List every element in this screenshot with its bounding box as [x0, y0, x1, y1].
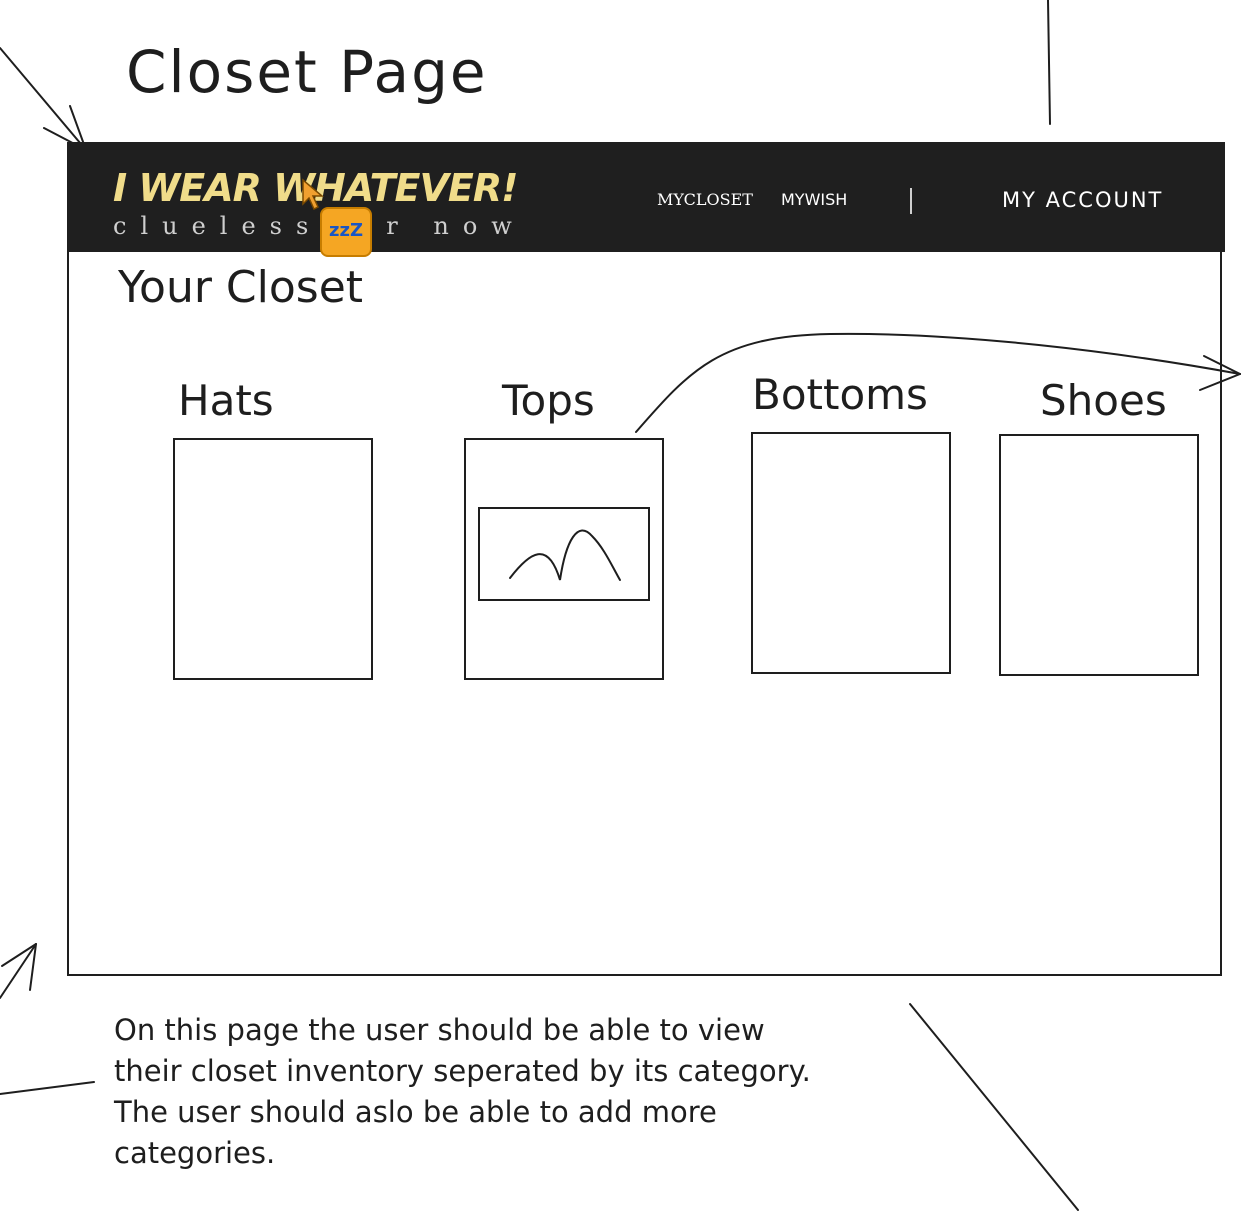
category-label-bottoms: Bottoms [752, 370, 928, 419]
page-title: Closet Page [126, 38, 488, 106]
category-label-shoes: Shoes [1040, 376, 1167, 425]
nav-link-mycloset[interactable]: MYCLOSET [657, 190, 753, 209]
category-card-shoes[interactable] [999, 434, 1199, 676]
annotation-note: On this page the user should be able to … [114, 1013, 811, 1170]
nav-link-my-account[interactable]: MY ACCOUNT [1002, 188, 1163, 212]
category-card-bottoms[interactable] [751, 432, 951, 674]
nav-divider [910, 188, 912, 214]
image-placeholder-icon [478, 507, 650, 601]
sleep-badge: zzZ [320, 207, 372, 257]
category-label-tops: Tops [502, 376, 595, 425]
navbar: I WEAR WHATEVER! clueless r now MYCLOSET … [67, 142, 1225, 252]
category-label-hats: Hats [178, 376, 274, 425]
nav-link-mywish[interactable]: MYWISH [781, 190, 847, 209]
category-card-hats[interactable] [173, 438, 373, 680]
section-title: Your Closet [118, 262, 364, 313]
logo-tagline-left: clueless [113, 212, 323, 240]
logo-tagline-right: r now [386, 212, 526, 240]
